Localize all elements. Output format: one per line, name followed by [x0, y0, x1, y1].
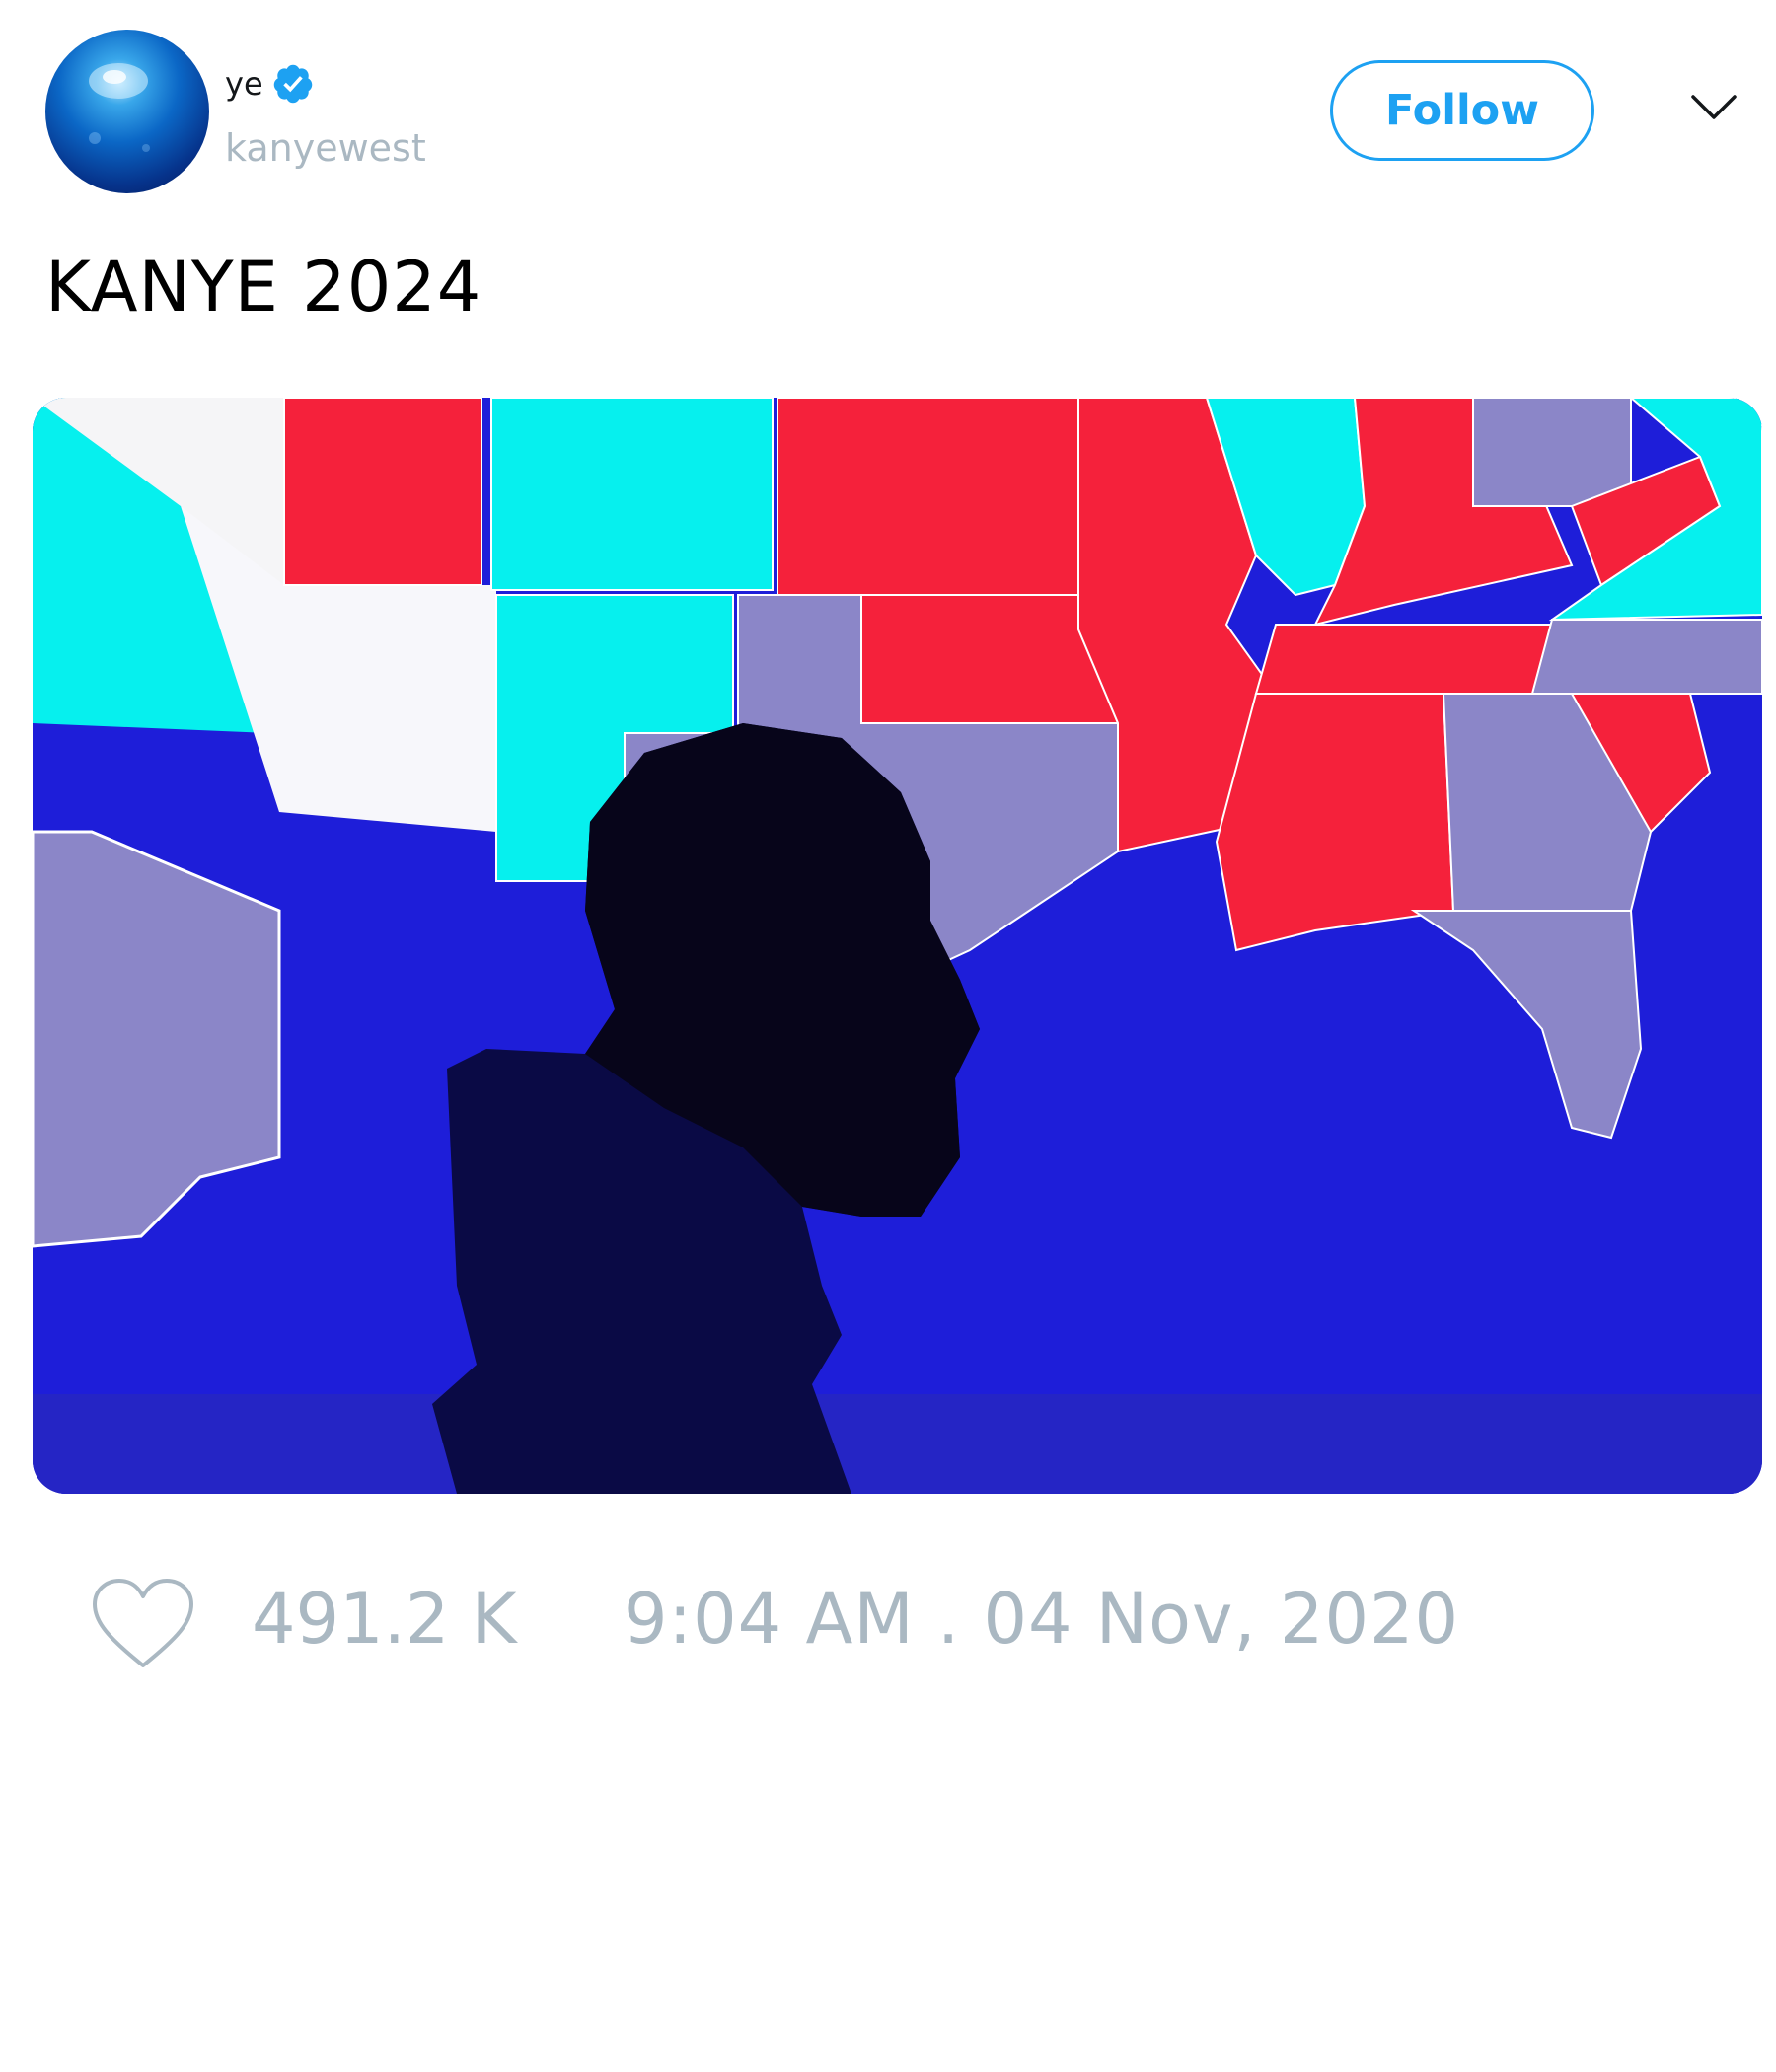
display-name[interactable]: ye — [225, 65, 263, 103]
user-handle[interactable]: kanyewest — [225, 126, 426, 170]
follow-button[interactable]: Follow — [1330, 60, 1594, 161]
globe-icon — [89, 63, 150, 152]
tweet-header: ye kanyewest Follow — [0, 0, 1776, 227]
tweet-photo[interactable] — [33, 398, 1762, 1494]
name-row: ye — [225, 59, 315, 109]
tweet-footer: 491.2 K 9:04 AM . 04 Nov, 2020 — [0, 1539, 1776, 1697]
chevron-down-icon[interactable] — [1689, 89, 1739, 128]
avatar[interactable] — [45, 30, 209, 193]
tweet-timestamp[interactable]: 9:04 AM . 04 Nov, 2020 — [624, 1579, 1459, 1660]
heart-icon[interactable] — [89, 1575, 197, 1673]
like-count: 491.2 K — [252, 1579, 517, 1660]
verified-badge-icon — [273, 64, 312, 104]
photo-image — [33, 398, 1762, 1494]
tweet-text: KANYE 2024 — [45, 247, 482, 328]
